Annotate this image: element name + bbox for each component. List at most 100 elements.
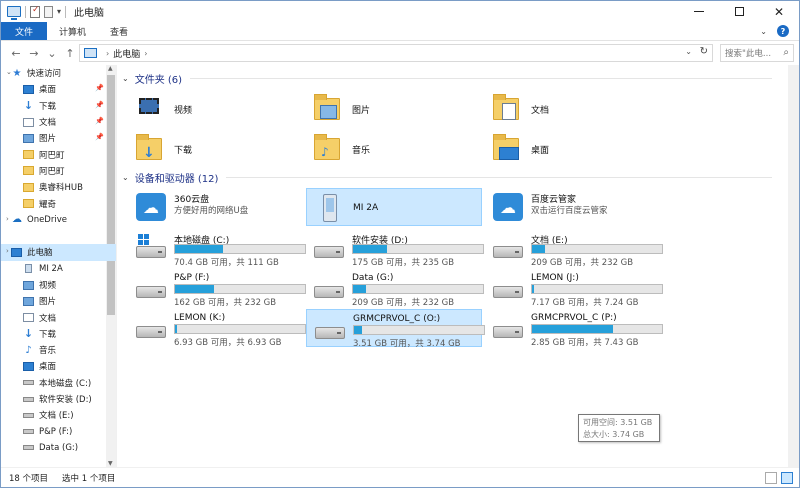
sidebar-item[interactable]: 文档 (E:) xyxy=(1,407,116,423)
breadcrumb-separator-icon[interactable]: › xyxy=(144,49,147,58)
up-button[interactable]: ↑ xyxy=(61,47,79,60)
sidebar-item[interactable]: 文档 xyxy=(1,309,116,325)
collapse-chevron-icon[interactable]: ⌄ xyxy=(122,173,129,182)
hard-drive-icon xyxy=(136,286,166,298)
breadcrumb-separator-icon[interactable]: › xyxy=(106,49,109,58)
recent-locations-button[interactable]: ⌄ xyxy=(43,47,61,60)
folder-name: 音乐 xyxy=(352,146,371,156)
folder-tile[interactable]: ♪ 音乐 xyxy=(306,129,482,167)
sidebar-item[interactable]: 阿巴町 xyxy=(1,163,116,179)
drive-name: GRMCPRVOL_C (O:) xyxy=(353,314,441,324)
hard-drive-icon xyxy=(136,326,166,338)
pc-icon xyxy=(11,247,22,257)
drive-tile[interactable]: LEMON (J:) 7.17 GB 可用，共 7.24 GB xyxy=(485,269,663,308)
forward-button[interactable]: → xyxy=(25,47,43,60)
drive-tile[interactable]: 本地磁盘 (C:) 70.4 GB 可用，共 111 GB xyxy=(128,229,306,268)
maximize-button[interactable] xyxy=(719,1,759,22)
drive-tile[interactable]: Data (G:) 209 GB 可用，共 232 GB xyxy=(306,269,484,308)
sidebar-item[interactable]: 软件安装 (D:) xyxy=(1,391,116,407)
sidebar-item[interactable]: 本地磁盘 (C:) xyxy=(1,375,116,391)
sidebar-item[interactable]: 阿巴町 xyxy=(1,146,116,162)
hard-drive-icon xyxy=(315,327,345,339)
scroll-up-icon[interactable]: ▲ xyxy=(108,65,113,72)
drive-usage-bar xyxy=(531,324,663,334)
sidebar-item-label: 桌面 xyxy=(39,362,57,373)
sidebar-item[interactable]: P&P (F:) xyxy=(1,424,116,440)
navigation-bar: ← → ⌄ ↑ › 此电脑 › ⌄ ↻ 搜索"此电... ⌕ xyxy=(1,41,799,65)
sidebar-item[interactable]: › ☁ OneDrive xyxy=(1,212,116,228)
content-scrollbar[interactable] xyxy=(788,65,799,467)
folders-group-header[interactable]: ⌄ 文件夹 (6) xyxy=(122,71,772,86)
device-tile[interactable]: MI 2A xyxy=(306,188,482,226)
folder-icon xyxy=(23,150,34,160)
device-tile[interactable]: ☁ 百度云管家 双击运行百度云管家 xyxy=(485,188,661,226)
folder-tile[interactable]: ↓ 下载 xyxy=(128,129,304,167)
folder-tile[interactable]: 桌面 xyxy=(485,129,661,167)
sidebar-item[interactable]: ↓ 下载 📌 xyxy=(1,98,116,114)
folder-tile[interactable]: 图片 xyxy=(306,89,482,127)
minimize-button[interactable] xyxy=(679,1,719,22)
search-input[interactable]: 搜索"此电... ⌕ xyxy=(720,44,794,62)
tab-file[interactable]: 文件 xyxy=(1,22,48,40)
properties-icon[interactable] xyxy=(30,5,40,18)
item-count: 18 个项目 xyxy=(9,474,49,484)
refresh-icon[interactable]: ↻ xyxy=(700,46,708,57)
toolbar-divider xyxy=(25,5,26,18)
sidebar-item[interactable]: 桌面 📌 xyxy=(1,81,116,97)
sidebar-item[interactable]: ↓ 下载 xyxy=(1,326,116,342)
search-icon[interactable]: ⌕ xyxy=(783,47,789,58)
sidebar-item[interactable]: 奥睿科HUB xyxy=(1,179,116,195)
sidebar-item[interactable]: 文档 📌 xyxy=(1,114,116,130)
folder-tile[interactable]: 文档 xyxy=(485,89,661,127)
devices-group-header[interactable]: ⌄ 设备和驱动器 (12) xyxy=(122,170,772,185)
sidebar-item[interactable]: Data (G:) xyxy=(1,440,116,456)
expand-chevron-icon[interactable]: ⌄ xyxy=(6,68,12,76)
back-button[interactable]: ← xyxy=(7,47,25,60)
drive-usage-bar xyxy=(531,284,663,294)
document-icon xyxy=(502,103,516,120)
sidebar-item[interactable]: 图片 xyxy=(1,293,116,309)
sidebar-item-label: 图片 xyxy=(39,134,57,145)
folder-shape-icon xyxy=(314,94,340,120)
drive-tile[interactable]: GRMCPRVOL_C (O:) 3.51 GB 可用，共 3.74 GB xyxy=(306,309,485,349)
tab-computer[interactable]: 计算机 xyxy=(47,22,98,40)
sidebar-item-label: P&P (F:) xyxy=(39,426,73,437)
sidebar-item-label: 文档 xyxy=(39,313,57,324)
collapse-chevron-icon[interactable]: ⌄ xyxy=(122,74,129,83)
sidebar-item[interactable]: 耀奇 xyxy=(1,195,116,211)
sidebar-item[interactable]: 图片 📌 xyxy=(1,130,116,146)
address-dropdown-icon[interactable]: ⌄ xyxy=(685,47,692,56)
customize-toolbar-icon[interactable]: ▾ xyxy=(57,7,61,16)
address-bar[interactable]: › 此电脑 › ⌄ ↻ xyxy=(79,44,713,62)
new-folder-icon[interactable] xyxy=(44,5,53,18)
drive-tile[interactable]: LEMON (K:) 6.93 GB 可用，共 6.93 GB xyxy=(128,309,306,348)
drive-tile[interactable]: GRMCPRVOL_C (P:) 2.85 GB 可用，共 7.43 GB xyxy=(485,309,663,348)
drive-tile[interactable]: 文档 (E:) 209 GB 可用，共 232 GB xyxy=(485,229,663,268)
drive-name: LEMON (K:) xyxy=(174,313,226,323)
close-button[interactable]: ✕ xyxy=(759,1,799,22)
star-icon: ★ xyxy=(12,67,22,79)
sidebar-item[interactable]: ♪ 音乐 xyxy=(1,342,116,358)
help-icon[interactable]: ? xyxy=(777,25,789,37)
expand-chevron-icon[interactable]: › xyxy=(6,215,9,223)
sidebar-item[interactable]: MI 2A xyxy=(1,261,116,277)
device-name: MI 2A xyxy=(353,203,379,213)
folder-tile[interactable]: 视频 xyxy=(128,89,304,127)
picture-icon xyxy=(320,105,337,119)
drive-usage-fill xyxy=(532,285,534,293)
device-tile[interactable]: ☁ 360云盘 方便好用的网络U盘 xyxy=(128,188,304,226)
tiles-view-icon[interactable] xyxy=(781,472,793,484)
expand-chevron-icon[interactable]: › xyxy=(6,247,9,255)
sidebar-item[interactable]: › 此电脑 xyxy=(1,244,116,261)
sidebar-item[interactable]: 桌面 xyxy=(1,358,116,374)
drive-tile[interactable]: 软件安装 (D:) 175 GB 可用，共 235 GB xyxy=(306,229,484,268)
breadcrumb-this-pc[interactable]: 此电脑 xyxy=(113,47,140,60)
details-view-icon[interactable] xyxy=(765,472,777,484)
expand-ribbon-icon[interactable]: ⌄ xyxy=(760,27,767,36)
sidebar-item[interactable]: ⌄ ★ 快速访问 xyxy=(1,65,116,81)
drive-name: LEMON (J:) xyxy=(531,273,579,283)
drive-tile[interactable]: P&P (F:) 162 GB 可用，共 232 GB xyxy=(128,269,306,308)
sidebar-item[interactable]: 视频 xyxy=(1,277,116,293)
tab-view[interactable]: 查看 xyxy=(98,22,140,40)
drive-usage-fill xyxy=(175,285,214,293)
